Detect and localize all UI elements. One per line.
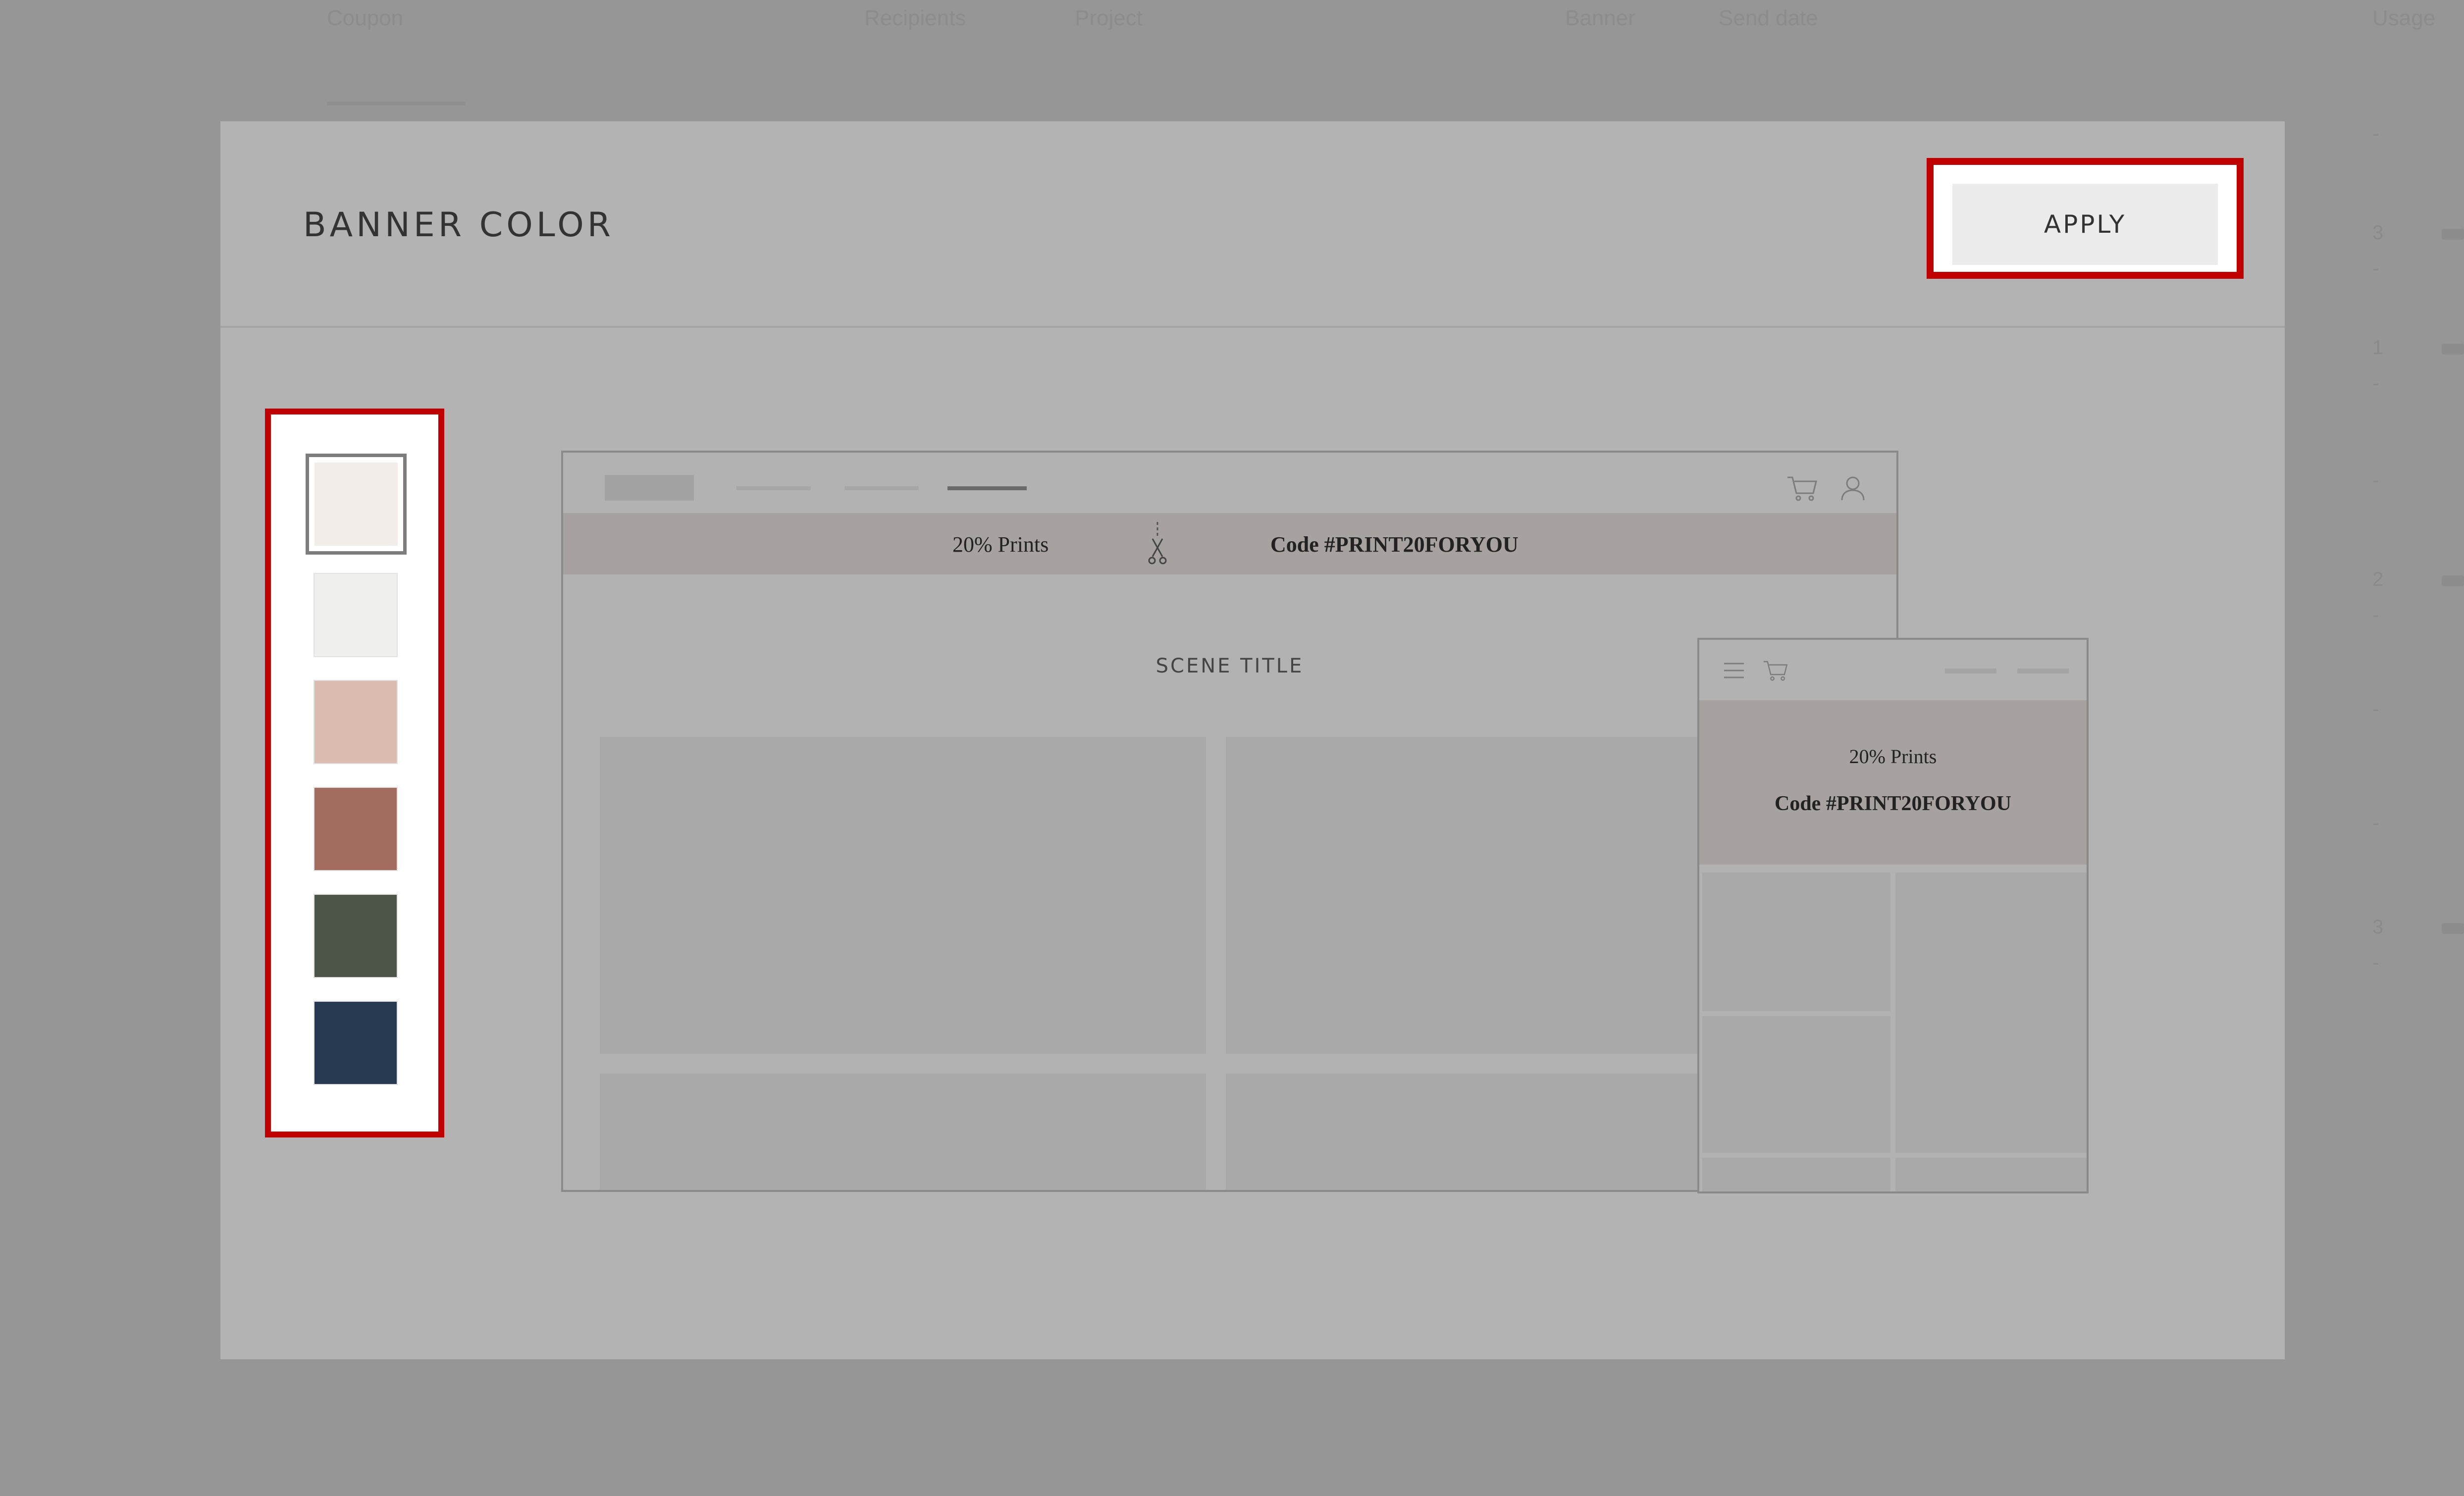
content-tile (600, 1074, 1206, 1190)
apply-button[interactable]: APPLY (1952, 184, 2218, 265)
content-tile (1702, 1016, 1890, 1153)
color-swatch-cream[interactable] (306, 454, 407, 555)
usage-value: - (2372, 123, 2379, 145)
cart-icon (1763, 661, 1788, 681)
desktop-preview-nav (563, 453, 1896, 513)
banner-offer-text: 20% Prints (952, 532, 1049, 557)
usage-value: 2 (2372, 568, 2384, 590)
usage-bar (2442, 344, 2464, 355)
usage-value: 3 (2372, 222, 2384, 244)
usage-value: - (2372, 812, 2379, 834)
column-header-coupon: Coupon (327, 6, 404, 30)
usage-value: - (2372, 952, 2379, 974)
background-table-header: Coupon Recipients Project Banner Send da… (0, 0, 2464, 40)
content-tile (1895, 1158, 2087, 1191)
mobile-preview-banner: 20% Prints Code #PRINT20FORYOU (1699, 700, 2087, 865)
usage-bar (2442, 575, 2464, 586)
scissors-icon (1148, 522, 1167, 565)
column-header-banner: Banner (1565, 6, 1635, 30)
content-tile (1895, 873, 2087, 1153)
color-swatch-terracotta[interactable] (314, 787, 398, 871)
banner-code-text: Code #PRINT20FORYOU (1774, 792, 2012, 815)
modal-title: BANNER COLOR (303, 206, 614, 245)
content-tile (1702, 1158, 1890, 1191)
usage-value: 1 (2372, 337, 2384, 359)
usage-value: - (2372, 604, 2379, 626)
usage-bar (2442, 229, 2464, 240)
nav-link-active (947, 486, 1027, 490)
nav-link-placeholder (1945, 669, 1996, 673)
column-header-send-date: Send date (1719, 6, 1818, 30)
nav-link-placeholder (2017, 669, 2069, 673)
content-tile (1702, 873, 1890, 1011)
user-icon (1841, 476, 1865, 501)
mobile-preview: 20% Prints Code #PRINT20FORYOU (1697, 638, 2089, 1193)
color-swatch-light-gray[interactable] (314, 573, 398, 657)
color-swatch-navy[interactable] (314, 1001, 398, 1085)
banner-color-modal: BANNER COLOR APPLY 20% Prints Code #PRIN… (220, 121, 2285, 1359)
background-row-link (327, 102, 466, 105)
nav-link-placeholder (736, 486, 811, 490)
nav-link-placeholder (844, 486, 919, 490)
column-header-project: Project (1075, 6, 1143, 30)
color-swatch-forest-green[interactable] (314, 894, 398, 978)
color-swatch-panel (265, 409, 444, 1137)
color-swatch-blush[interactable] (314, 680, 398, 764)
usage-value: - (2372, 372, 2379, 394)
column-header-recipients: Recipients (864, 6, 966, 30)
column-header-usage: Usage (2372, 6, 2436, 30)
modal-header: BANNER COLOR APPLY (220, 121, 2285, 328)
logo-placeholder (605, 475, 694, 501)
content-tile (600, 737, 1206, 1054)
swatch-fill (315, 463, 398, 546)
usage-value: - (2372, 258, 2379, 279)
banner-offer-text: 20% Prints (1849, 745, 1937, 768)
usage-bar (2442, 923, 2464, 934)
apply-button-highlight: APPLY (1927, 158, 2244, 279)
desktop-preview-banner: 20% Prints Code #PRINT20FORYOU (563, 513, 1896, 574)
usage-value: 3 (2372, 916, 2384, 938)
usage-value: - (2372, 469, 2379, 491)
cart-icon (1787, 476, 1817, 501)
scene-title: SCENE TITLE (1155, 655, 1304, 677)
banner-code-text: Code #PRINT20FORYOU (1270, 532, 1519, 557)
mobile-preview-nav (1699, 640, 2087, 700)
hamburger-icon (1724, 663, 1744, 678)
usage-value: - (2372, 698, 2379, 720)
